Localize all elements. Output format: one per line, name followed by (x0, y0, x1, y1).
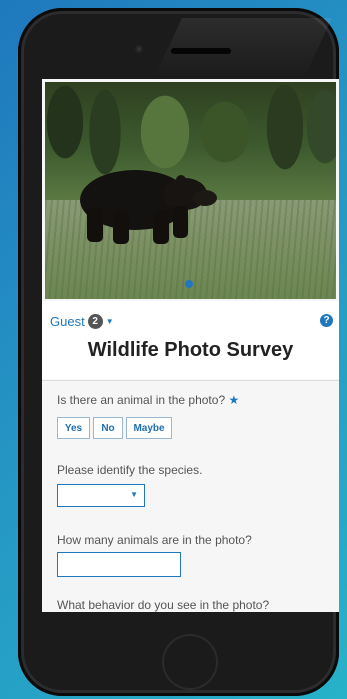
caret-down-icon: ▼ (105, 317, 114, 326)
page-title: Wildlife Photo Survey (87, 339, 294, 361)
home-button[interactable] (162, 634, 218, 690)
animal-count-input[interactable] (57, 552, 181, 577)
question-behavior-label: What behavior do you see in the photo? (57, 598, 270, 612)
question-species-label: Please identify the species. (57, 463, 203, 477)
required-star-icon: ★ (228, 393, 240, 407)
caret-down-icon: ▼ (130, 490, 138, 499)
question-animal-label: Is there an animal in the photo? ★ (57, 393, 240, 407)
front-camera (135, 45, 143, 53)
earpiece-speaker (171, 48, 231, 54)
maybe-button[interactable]: Maybe (126, 417, 172, 439)
carousel-indicator[interactable] (185, 280, 193, 288)
yes-button[interactable]: Yes (57, 417, 90, 439)
species-select[interactable]: ▼ (57, 484, 145, 507)
guest-label: Guest (50, 314, 85, 329)
help-icon[interactable]: ? (320, 314, 333, 327)
survey-form: Is there an animal in the photo? ★ Yes N… (42, 380, 339, 612)
no-button[interactable]: No (93, 417, 123, 439)
guest-count-badge: 2 (87, 314, 103, 329)
guest-menu[interactable]: Guest 2 ▼ (50, 314, 114, 329)
hero-photo (45, 82, 336, 299)
app-screen: Guest 2 ▼ ? Wildlife Photo Survey Is the… (42, 79, 339, 612)
question-count-label: How many animals are in the photo? (57, 533, 252, 547)
bear-image (80, 170, 217, 244)
header-bar: Guest 2 ▼ ? Wildlife Photo Survey (42, 301, 339, 379)
